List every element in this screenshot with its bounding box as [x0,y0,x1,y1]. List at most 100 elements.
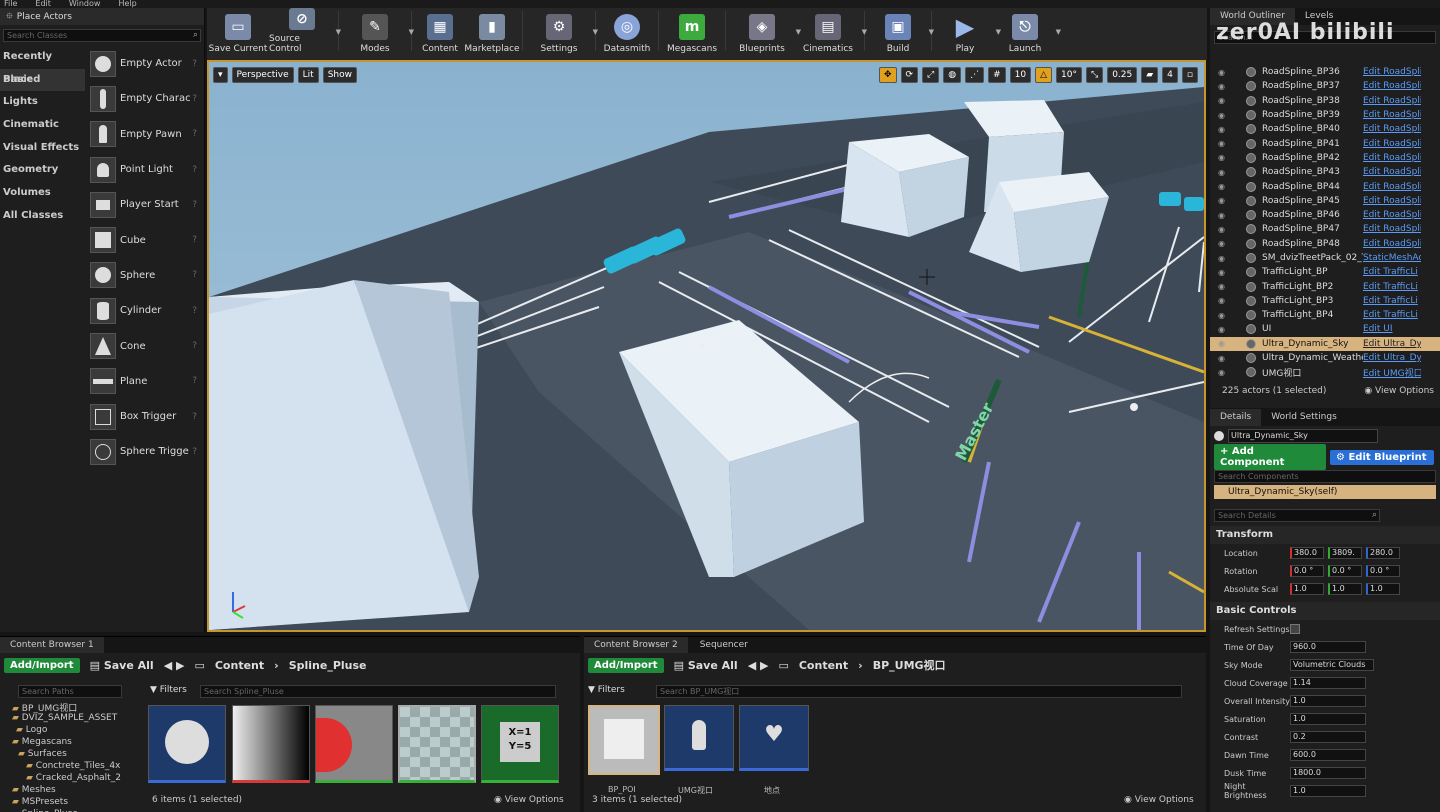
eye-icon[interactable]: ◉ [1218,111,1232,120]
self-component-row[interactable]: Ultra_Dynamic_Sky(self) [1214,485,1436,499]
object-name-field[interactable]: Ultra_Dynamic_Sky [1228,429,1378,443]
help-icon[interactable]: ? [192,94,197,104]
field-value[interactable]: Volumetric Clouds [1290,659,1374,671]
eye-icon[interactable]: ◉ [1218,225,1232,234]
refresh-checkbox[interactable] [1290,624,1300,634]
outliner-row[interactable]: ◉ TrafficLight_BP4 Edit TrafficLi [1210,308,1440,322]
edit-link[interactable]: Edit RoadSpli [1363,224,1421,234]
place-item-point-light[interactable]: Point Light? [87,152,203,187]
history-arrows-icon[interactable]: ◀ ▶ [164,659,185,672]
asset-gradient-texture[interactable] [232,705,310,783]
eye-icon[interactable]: ◉ [1218,196,1232,205]
launch-button[interactable]: ⎋ Launch ▼ [995,8,1061,54]
search-assets-input[interactable]: Search Spline_Pluse [200,685,556,698]
outliner-row[interactable]: ◉ RoadSpline_BP40 Edit RoadSpli [1210,122,1440,136]
eye-icon[interactable]: ◉ [1218,125,1232,134]
outliner-row[interactable]: ◉ TrafficLight_BP Edit TrafficLi [1210,265,1440,279]
category-lights[interactable]: Lights [0,91,85,114]
datasmith-button[interactable]: ◎ Datasmith [599,8,655,54]
field-value[interactable]: 1.0 [1290,695,1366,707]
outliner-row[interactable]: ◉ RoadSpline_BP39 Edit RoadSpli [1210,108,1440,122]
tab-content-browser-2[interactable]: Content Browser 2 [584,637,688,653]
outliner-row[interactable]: ◉ RoadSpline_BP36 Edit RoadSpli [1210,65,1440,79]
eye-icon[interactable]: ◉ [1218,254,1232,263]
help-icon[interactable]: ? [192,59,197,69]
save-all-button[interactable]: ▤ Save All [90,659,154,672]
dropdown-arrow-icon[interactable]: ▼ [336,28,341,36]
cinematics-button[interactable]: ▤ Cinematics ▼ [795,8,867,54]
outliner-row[interactable]: ◉ Ultra_Dynamic_Weather Edit Ultra_Dy [1210,351,1440,365]
asset-location-widget[interactable]: ♥ [739,705,809,771]
basic-controls-section[interactable]: Basic Controls [1210,602,1440,620]
folder-item[interactable]: ▰ BP_UMG视口 [4,701,130,713]
tab-world-settings[interactable]: World Settings [1261,409,1347,426]
maximize-icon[interactable]: ▫ [1181,67,1198,83]
history-arrows-icon[interactable]: ◀ ▶ [748,659,769,672]
place-item-box-trigger[interactable]: Box Trigger? [87,399,203,434]
outliner-row[interactable]: ◉ RoadSpline_BP37 Edit RoadSpli [1210,79,1440,93]
location-y[interactable]: 3809. [1328,547,1362,559]
translate-icon[interactable]: ✥ [878,67,897,83]
marketplace-button[interactable]: ▮ Marketplace [464,8,520,54]
scale-y[interactable]: 1.0 [1328,583,1362,595]
help-icon[interactable]: ? [192,376,197,386]
edit-link[interactable]: Edit RoadSpli [1363,196,1421,206]
edit-link[interactable]: Edit RoadSpli [1363,167,1421,177]
category-geometry[interactable]: Geometry [0,159,85,182]
edit-link[interactable]: Edit UMG视口 [1363,366,1421,379]
eye-icon[interactable]: ◉ [1218,153,1232,162]
help-icon[interactable]: ? [192,447,197,457]
rotation-x[interactable]: 0.0 ° [1290,565,1324,577]
play-button[interactable]: ▶ Play ▼ [935,8,1001,54]
outliner-row[interactable]: ◉ SM_dvizTreetPack_02_Tr StaticMeshAc [1210,251,1440,265]
eye-icon[interactable]: ◉ [1218,211,1232,220]
search-classes-input[interactable]: Search Classes ⌕ [3,29,201,42]
help-icon[interactable]: ? [192,306,197,316]
outliner-row[interactable]: ◉ UI Edit UI [1210,322,1440,336]
viewport-options-button[interactable]: ▾ [213,67,228,83]
perspective-button[interactable]: Perspective [231,67,294,83]
path-content[interactable]: Content [799,659,848,672]
eye-icon[interactable]: ◉ [1218,68,1232,77]
edit-link[interactable]: Edit RoadSpli [1363,139,1421,149]
eye-icon[interactable]: ◉ [1218,354,1232,363]
menu-window[interactable]: Window [69,0,101,8]
asset-checker-texture[interactable] [398,705,476,783]
cb1-view-options[interactable]: ◉ View Options [494,795,564,805]
save-current-button[interactable]: ▭ Save Current [207,8,269,54]
filters-button[interactable]: ▼ Filters [588,685,625,695]
scale-z[interactable]: 1.0 [1366,583,1400,595]
dropdown-arrow-icon[interactable]: ▼ [1056,28,1061,36]
scale-snap-icon[interactable]: ⤡ [1085,67,1104,83]
edit-link[interactable]: Edit RoadSpli [1363,182,1421,192]
edit-link[interactable]: Edit RoadSpli [1363,210,1421,220]
scene-render[interactable]: Master [209,62,1204,630]
search-paths-input[interactable]: Search Paths [18,685,122,698]
angle-value[interactable]: 10° [1056,67,1082,83]
rotation-y[interactable]: 0.0 ° [1328,565,1362,577]
edit-link[interactable]: Edit TrafficLi [1363,282,1421,292]
eye-icon[interactable]: ◉ [1218,168,1232,177]
scale-snap-value[interactable]: 0.25 [1107,67,1138,83]
edit-link[interactable]: Edit Ultra_Dy [1363,339,1421,349]
tab-content-browser-1[interactable]: Content Browser 1 [0,637,104,653]
asset-umg-viewport[interactable] [664,705,734,771]
menu-file[interactable]: File [4,0,17,8]
scale-icon[interactable]: ⤢ [922,67,940,83]
category-recently-placed[interactable]: Recently Placed [0,46,85,85]
outliner-view-options[interactable]: ◉ View Options [1364,386,1434,396]
show-button[interactable]: Show [322,67,357,83]
eye-icon[interactable]: ◉ [1218,268,1232,277]
edit-link[interactable]: Edit RoadSpli [1363,96,1421,106]
eye-icon[interactable]: ◉ [1218,139,1232,148]
cb2-view-options[interactable]: ◉ View Options [1124,795,1194,805]
field-value[interactable]: 600.0 [1290,749,1366,761]
asset-red-material[interactable] [315,705,393,783]
save-all-button[interactable]: ▤ Save All [674,659,738,672]
megascans-button[interactable]: m Megascans [662,8,722,54]
folder-item[interactable]: ▰ Surfaces [4,749,130,761]
edit-link[interactable]: Edit RoadSpli [1363,124,1421,134]
outliner-row[interactable]: ◉ RoadSpline_BP44 Edit RoadSpli [1210,179,1440,193]
outliner-row[interactable]: ◉ RoadSpline_BP45 Edit RoadSpli [1210,194,1440,208]
place-item-cylinder[interactable]: Cylinder? [87,293,203,328]
